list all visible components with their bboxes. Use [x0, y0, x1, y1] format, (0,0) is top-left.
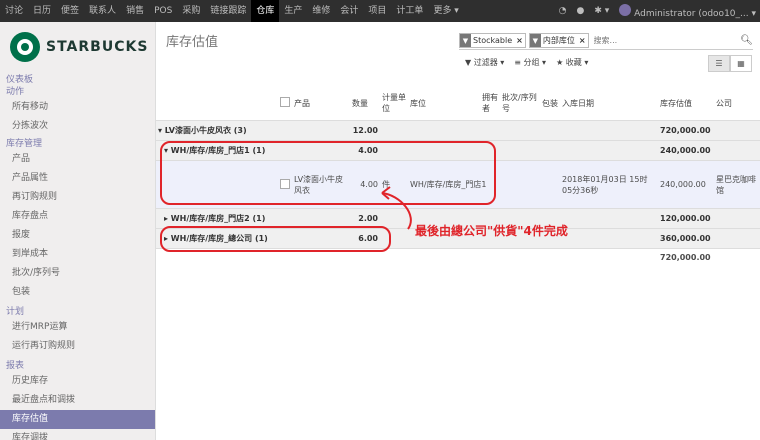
filters-button[interactable]: ▼ 过滤器 ▾: [461, 55, 508, 70]
col-valuation[interactable]: 库存估值: [658, 86, 714, 121]
group-row-product[interactable]: ▾ LV漆面小牛皮风衣 (3) 12.00 720,000.00: [156, 120, 760, 141]
clock-icon[interactable]: ◔: [559, 6, 567, 16]
sidebar-item-stock-moves[interactable]: 库存调拨: [0, 429, 155, 440]
sidebar-item-stock-history[interactable]: 历史库存: [0, 372, 155, 391]
facet-stockable: ▼ Stockable ×: [459, 33, 526, 48]
table-header: 产品 数量 计量单位 库位 拥有者 批次/序列号 包装 入库日期 库存估值 公司: [156, 86, 760, 121]
menu-project[interactable]: 项目: [363, 0, 391, 22]
sidebar-item-recent-moves[interactable]: 最近盘点和调拨: [0, 391, 155, 410]
cell-valuation: 240,000.00: [658, 160, 714, 209]
col-in-date[interactable]: 入库日期: [560, 86, 658, 121]
menu-purchase[interactable]: 采购: [177, 0, 205, 22]
group-by-button[interactable]: ≡ 分组 ▾: [510, 55, 550, 70]
sidebar-item-packages[interactable]: 包装: [0, 283, 155, 302]
col-quantity[interactable]: 数量: [350, 86, 380, 121]
group-value: 120,000.00: [658, 208, 714, 229]
col-location[interactable]: 库位: [408, 86, 480, 121]
menu-contacts[interactable]: 联系人: [84, 0, 121, 22]
col-company[interactable]: 公司: [714, 86, 760, 121]
menu-inventory[interactable]: 仓库: [251, 0, 280, 22]
page-title: 库存估值: [166, 35, 219, 50]
group-value: 720,000.00: [658, 120, 714, 141]
col-owner[interactable]: 拥有者: [480, 86, 500, 121]
pivot-view-icon[interactable]: ▦: [730, 55, 752, 72]
sidebar-item-products[interactable]: 产品: [0, 150, 155, 169]
menu-repair[interactable]: 维修: [307, 0, 335, 22]
user-menu[interactable]: Administrator (odoo10_... ▾: [619, 3, 756, 19]
annotation-box-headquarters: [160, 226, 391, 252]
sidebar-item-landed-costs[interactable]: 到岸成本: [0, 245, 155, 264]
sidebar-item-lots-serials[interactable]: 批次/序列号: [0, 264, 155, 283]
sidebar-item-all-moves[interactable]: 所有移动: [0, 98, 155, 117]
select-all-checkbox[interactable]: [280, 97, 290, 107]
sidebar-item-product-attributes[interactable]: 产品属性: [0, 169, 155, 188]
menu-more[interactable]: 更多 ▾: [428, 0, 463, 22]
menu-calendar[interactable]: 日历: [28, 0, 56, 22]
sidebar-section-actions: 动作: [6, 87, 25, 97]
col-package[interactable]: 包装: [540, 86, 560, 121]
sidebar: STARBUCKS 仪表板 动作 所有移动 分拣波次 库存管理 产品 产品属性 …: [0, 22, 156, 440]
search-input[interactable]: [591, 35, 738, 46]
user-name: Administrator (odoo10_...: [634, 8, 749, 19]
list-view-icon[interactable]: ☰: [708, 55, 730, 72]
filter-icon: ▼: [460, 34, 471, 47]
group-value: 360,000.00: [658, 228, 714, 249]
filter-icon: ▼: [529, 34, 541, 47]
sidebar-item-run-mrp[interactable]: 进行MRP运算: [0, 318, 155, 337]
cell-company: 星巴克咖啡馆: [714, 160, 760, 209]
menu-accounting[interactable]: 会计: [335, 0, 363, 22]
bug-icon[interactable]: ✱ ▾: [594, 6, 609, 16]
menu-timesheet[interactable]: 计工单: [391, 0, 428, 22]
group-label: ▾ LV漆面小牛皮风衣 (3): [156, 120, 350, 141]
topbar-right: ◔ ● ✱ ▾ Administrator (odoo10_... ▾: [559, 0, 756, 22]
chat-icon[interactable]: ●: [576, 6, 584, 16]
brand-name: STARBUCKS: [46, 39, 149, 55]
total-value: 720,000.00: [660, 252, 711, 262]
view-switcher: ☰ ▦: [708, 55, 752, 72]
annotation-text: 最後由總公司"供貨"4件完成: [415, 224, 568, 238]
annotation-box-store1: [160, 141, 496, 205]
menu-manufacturing[interactable]: 生产: [279, 0, 307, 22]
menu-sales[interactable]: 销售: [121, 0, 149, 22]
search-options: ▼ 过滤器 ▾ ≡ 分组 ▾ ★ 收藏 ▾: [461, 55, 592, 70]
starbucks-logo-icon: [10, 32, 40, 62]
sidebar-item-scrap[interactable]: 报废: [0, 226, 155, 245]
sidebar-section-planning: 计划: [6, 307, 25, 317]
facet-internal-location: ▼ 内部库位 ×: [528, 33, 589, 48]
avatar: [619, 3, 632, 16]
search-bar: ▼ Stockable × ▼ 内部库位 × 🔍︎: [459, 32, 753, 50]
col-uom[interactable]: 计量单位: [380, 86, 408, 121]
facet-label: Stockable: [473, 36, 513, 45]
sidebar-item-run-reordering[interactable]: 运行再订购规则: [0, 337, 155, 356]
menu-discuss[interactable]: 讨论: [0, 0, 28, 22]
col-product[interactable]: 产品: [292, 86, 350, 121]
group-qty: 12.00: [350, 120, 380, 141]
cell-in-date: 2018年01月03日 15时05分36秒: [560, 160, 658, 209]
sidebar-section-dashboard[interactable]: 仪表板: [0, 74, 155, 86]
col-lot[interactable]: 批次/序列号: [500, 86, 540, 121]
menu-pos[interactable]: POS: [149, 0, 177, 22]
sidebar-section-reports: 报表: [6, 361, 25, 371]
sidebar-item-inventory-adjustments[interactable]: 库存盘点: [0, 207, 155, 226]
menu-notes[interactable]: 便签: [56, 0, 84, 22]
group-value: 240,000.00: [658, 140, 714, 161]
sidebar-item-picking-waves[interactable]: 分拣波次: [0, 117, 155, 136]
sidebar-item-reordering-rules[interactable]: 再订购规则: [0, 188, 155, 207]
top-navbar: 讨论 日历 便签 联系人 销售 POS 采购 链接跟踪 仓库 生产 维修 会计 …: [0, 0, 760, 22]
menu-link-tracker[interactable]: 链接跟踪: [205, 0, 251, 22]
search-icon[interactable]: 🔍︎: [740, 35, 753, 46]
facet-label: 内部库位: [542, 36, 575, 45]
sidebar-item-inventory-valuation[interactable]: 库存估值: [0, 410, 155, 429]
remove-facet-icon[interactable]: ×: [514, 36, 525, 45]
app-menu: 讨论 日历 便签 联系人 销售 POS 采购 链接跟踪 仓库 生产 维修 会计 …: [0, 0, 464, 22]
favorites-button[interactable]: ★ 收藏 ▾: [552, 55, 592, 70]
remove-facet-icon[interactable]: ×: [577, 36, 588, 45]
company-logo: STARBUCKS: [0, 22, 155, 72]
sidebar-section-inventory-control: 库存管理: [6, 139, 43, 149]
annotation-arrow-icon: [381, 186, 412, 230]
